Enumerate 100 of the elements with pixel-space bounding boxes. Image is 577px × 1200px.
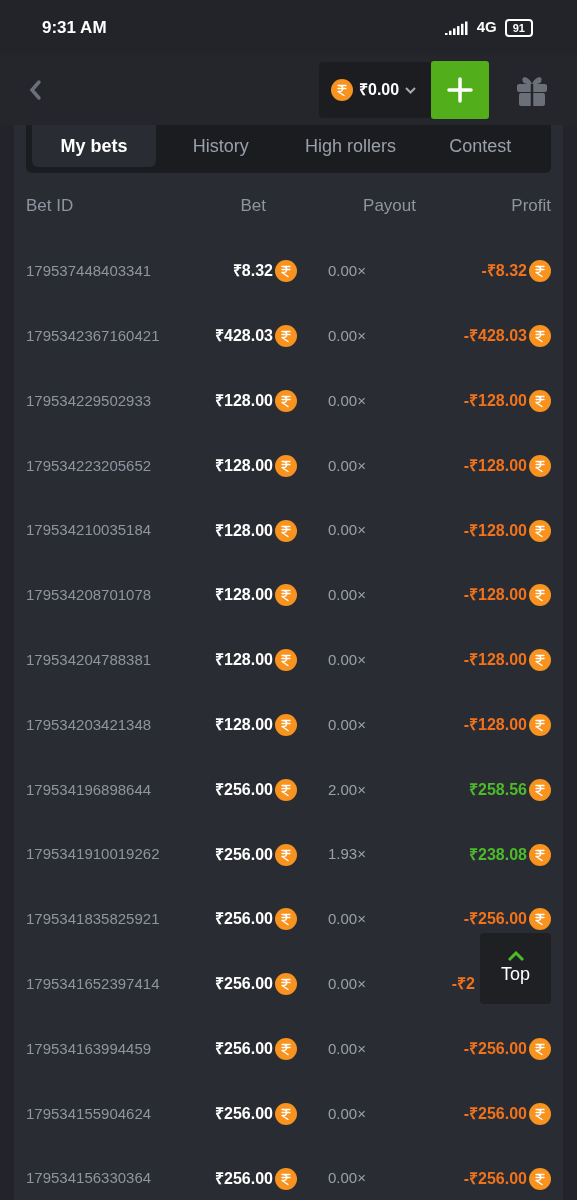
rupee-coin-icon — [529, 519, 551, 542]
rupee-coin-icon — [275, 390, 297, 412]
bet-amount: ₹428.03 — [215, 326, 273, 347]
network-label: 4G — [476, 17, 497, 38]
rupee-coin-icon — [529, 1102, 551, 1125]
rupee-coin-icon — [275, 973, 297, 996]
rupee-coin-icon — [529, 843, 551, 866]
deposit-button[interactable] — [431, 61, 489, 119]
payout-cell-text: 0.00× — [327, 520, 367, 541]
payout-cell-text: 0.00× — [327, 973, 367, 994]
tab[interactable]: My bets — [32, 125, 156, 167]
rupee-coin-icon — [529, 454, 551, 477]
payout-cell-text: 0.00× — [327, 1038, 367, 1059]
back-icon[interactable] — [28, 79, 42, 101]
tab[interactable]: High rollers — [285, 125, 416, 167]
bet-amount: ₹256.00 — [215, 779, 273, 800]
profit-amount: -₹256.00 — [463, 1168, 527, 1189]
bet-id-cell-text: 179534156330364 — [26, 1168, 153, 1189]
rupee-coin-icon — [529, 713, 551, 736]
bet-id-cell-text: 179534196898644 — [26, 779, 153, 800]
payout-cell-text: 0.00× — [327, 714, 367, 735]
balance-selector[interactable]: ₹0.00 — [319, 62, 431, 118]
profit-amount: -₹128.00 — [463, 650, 527, 671]
column-header: Payout — [362, 195, 416, 218]
payout-cell-text: 0.00× — [327, 1103, 367, 1124]
profit-amount: -₹256.00 — [463, 1038, 527, 1059]
bet-amount: ₹128.00 — [215, 714, 273, 735]
payout-cell-text: 0.00× — [327, 390, 367, 411]
status-time: 9:31 AM — [42, 16, 107, 39]
bet-amount: ₹128.00 — [215, 585, 273, 606]
profit-amount: -₹128.00 — [463, 585, 527, 606]
rupee-coin-icon — [529, 1037, 551, 1060]
rupee-coin-icon — [275, 713, 297, 736]
rupee-coin-icon — [275, 843, 297, 866]
rupee-coin-icon — [275, 325, 297, 348]
rupee-coin-icon — [275, 778, 297, 801]
bet-amount: ₹128.00 — [215, 455, 273, 476]
profit-amount: -₹128.00 — [463, 391, 527, 411]
signal-icon — [444, 20, 469, 35]
rupee-coin-icon — [275, 1167, 297, 1190]
profit-amount: -₹128.00 — [463, 520, 527, 541]
profit-amount: ₹238.08 — [469, 844, 527, 865]
rupee-coin-icon — [529, 778, 551, 801]
column-header: Bet — [239, 195, 266, 218]
rupee-coin-icon — [331, 79, 353, 101]
payout-cell-text: 0.00× — [327, 1168, 367, 1189]
bet-id-cell-text: 1795341910019262 — [26, 844, 161, 865]
rupee-coin-icon — [529, 1167, 551, 1190]
profit-amount: -₹128.00 — [463, 455, 527, 476]
bet-id-cell-text: 179534208701078 — [26, 585, 153, 606]
rupee-coin-icon — [275, 1037, 297, 1060]
rupee-coin-icon — [275, 260, 297, 283]
rupee-coin-icon — [529, 649, 551, 672]
column-header: Bet ID — [26, 195, 75, 218]
bet-amount: ₹256.00 — [215, 1168, 273, 1189]
bet-id-cell-text: 179534163994459 — [26, 1038, 153, 1059]
tab[interactable]: History — [156, 125, 286, 167]
scroll-to-top-button[interactable]: Top — [480, 933, 551, 1004]
bet-amount: ₹256.00 — [215, 1103, 273, 1124]
rupee-coin-icon — [529, 390, 551, 412]
bet-amount: ₹256.00 — [215, 974, 273, 995]
chevron-up-icon — [506, 951, 525, 962]
bet-id-cell-text: 179534229502933 — [26, 390, 153, 411]
chevron-down-icon — [405, 86, 417, 94]
rupee-coin-icon — [529, 325, 551, 348]
bet-amount: ₹128.00 — [215, 391, 273, 411]
payout-cell-text: 0.00× — [327, 261, 367, 282]
rupee-coin-icon — [529, 908, 551, 931]
bet-id-cell-text: 1795342367160421 — [26, 325, 161, 346]
bet-id-cell-text: 1795341652397414 — [26, 973, 161, 994]
bet-id-cell-text: 1795341835825921 — [26, 909, 161, 930]
profit-amount: -₹128.00 — [463, 714, 527, 735]
profit-amount: -₹428.03 — [463, 326, 527, 347]
payout-cell-text: 2.00× — [327, 779, 367, 800]
payout-cell-text: 1.93× — [327, 844, 367, 865]
tab[interactable]: Contest — [415, 125, 545, 167]
payout-cell-text: 0.00× — [327, 325, 367, 346]
rupee-coin-icon — [275, 908, 297, 931]
payout-cell-text: 0.00× — [327, 909, 367, 930]
bet-amount: ₹256.00 — [215, 844, 273, 865]
bet-id-cell-text: 179534210035184 — [26, 520, 153, 541]
bet-id-cell-text: 179534155904624 — [26, 1103, 153, 1124]
profit-amount: -₹8.32 — [481, 261, 527, 282]
profit-amount: -₹2 — [451, 974, 475, 995]
payout-cell-text: 0.00× — [327, 455, 367, 476]
bet-amount: ₹128.00 — [215, 650, 273, 671]
rupee-coin-icon — [275, 519, 297, 542]
bet-id-cell-text: 179537448403341 — [26, 261, 153, 282]
rupee-coin-icon — [275, 649, 297, 672]
profit-amount: ₹258.56 — [469, 779, 527, 800]
bet-id-cell-text: 179534223205652 — [26, 455, 153, 476]
rupee-coin-icon — [275, 454, 297, 477]
rupee-coin-icon — [529, 584, 551, 607]
rupee-coin-icon — [275, 584, 297, 607]
battery-icon: 91 — [504, 18, 533, 37]
profit-amount: -₹256.00 — [463, 1103, 527, 1124]
rupee-coin-icon — [529, 260, 551, 283]
bet-amount: ₹256.00 — [215, 909, 273, 930]
column-header: Profit — [510, 195, 551, 218]
profit-amount: -₹256.00 — [463, 909, 527, 930]
